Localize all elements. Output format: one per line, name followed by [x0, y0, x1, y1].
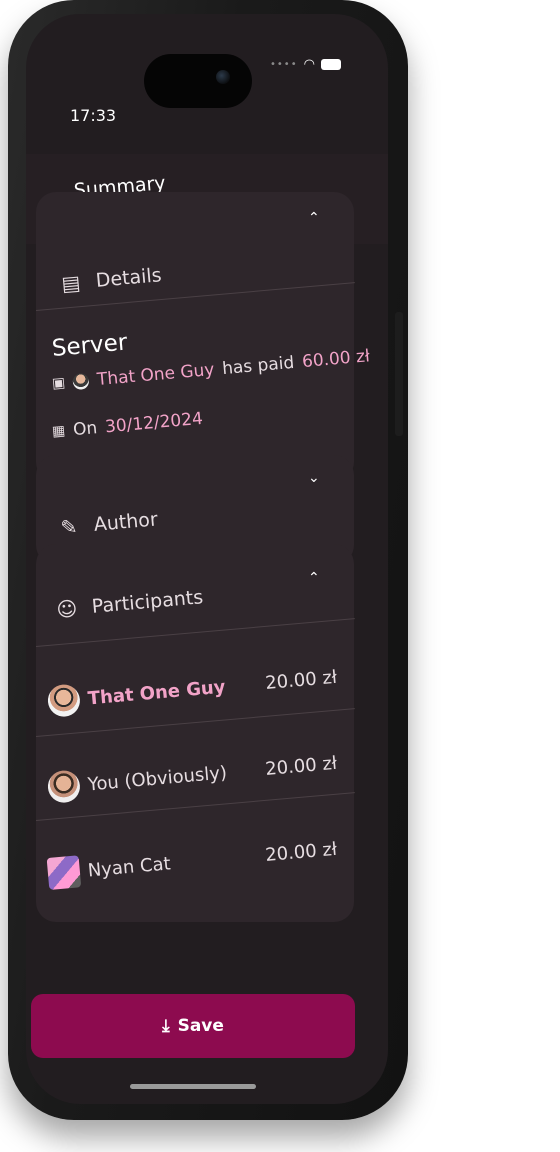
details-heading: Details [94, 264, 163, 292]
signal-icon: •••• [270, 58, 298, 70]
users-icon: ☺ [55, 596, 79, 622]
avatar [46, 683, 82, 718]
wallet-icon: ▣ [51, 374, 66, 392]
app-screen: 17:33 •••• ◠ ‹ Summary ⌃ ▤ Details Serve… [26, 14, 388, 1104]
avatar [46, 769, 82, 804]
camera-icon [216, 70, 230, 84]
status-time: 17:33 [70, 106, 117, 125]
phone-frame: 17:33 •••• ◠ ‹ Summary ⌃ ▤ Details Serve… [8, 0, 408, 1120]
status-icons: •••• ◠ [270, 54, 341, 74]
author-heading: Author [92, 508, 159, 536]
home-indicator[interactable] [130, 1084, 256, 1089]
battery-icon [320, 58, 341, 70]
date-prefix: On [72, 418, 99, 441]
save-button[interactable]: ⤓ Save [31, 994, 355, 1058]
receipt-icon: ▤ [60, 270, 82, 296]
participant-amount: 20.00 zł [264, 838, 338, 866]
participant-amount: 20.00 zł [264, 752, 338, 780]
calendar-icon: ▦ [51, 422, 66, 440]
dynamic-island [144, 54, 252, 108]
participant-amount: 20.00 zł [264, 666, 338, 694]
side-button [395, 312, 403, 436]
avatar [72, 372, 90, 391]
download-icon: ⤓ [162, 1016, 170, 1036]
chevron-up-icon[interactable]: ⌃ [308, 570, 320, 586]
chevron-down-icon[interactable]: ⌄ [308, 470, 320, 486]
chevron-up-icon[interactable]: ⌃ [308, 210, 320, 226]
avatar [46, 855, 82, 890]
wifi-icon: ◠ [303, 56, 315, 72]
pen-icon: ✎ [59, 514, 79, 540]
save-label: Save [177, 1016, 224, 1036]
